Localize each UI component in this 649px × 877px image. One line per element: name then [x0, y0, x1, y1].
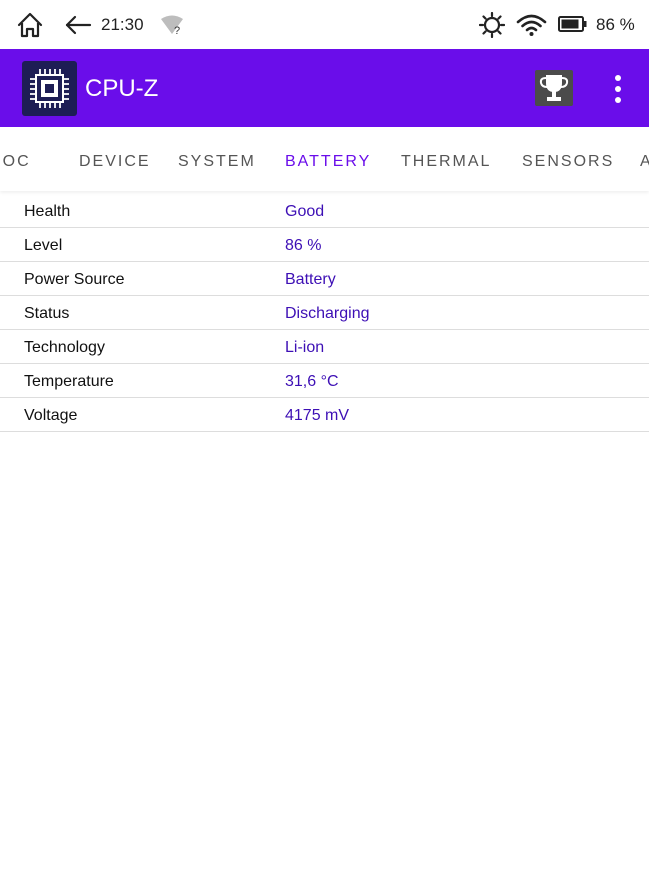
list-item-health: Health Good [0, 194, 649, 228]
tab-sensors[interactable]: SENSORS [522, 152, 614, 172]
tab-a[interactable]: A [640, 152, 649, 172]
app-bar: CPU-Z [0, 49, 649, 127]
row-label: Voltage [24, 407, 78, 424]
tab-device[interactable]: DEVICE [79, 152, 151, 172]
list-item-technology: Technology Li-ion [0, 330, 649, 364]
row-value: 4175 mV [285, 407, 350, 424]
trophy-icon[interactable] [535, 70, 573, 106]
tab-battery[interactable]: BATTERY [285, 152, 371, 172]
list-item-level: Level 86 % [0, 228, 649, 262]
row-label: Temperature [24, 373, 114, 390]
tab-thermal[interactable]: THERMAL [401, 152, 491, 172]
list-item-temperature: Temperature 31,6 °C [0, 364, 649, 398]
wifi-unknown-icon: ? [161, 15, 183, 36]
svg-text:?: ? [174, 25, 180, 36]
row-value: Discharging [285, 305, 370, 322]
wifi-icon [516, 14, 547, 36]
row-value: Battery [285, 271, 336, 288]
screen: 21:30 ? 86 % CPU-Z OC DEVICE SYSTEM BATT… [0, 0, 649, 877]
row-label: Power Source [24, 271, 125, 288]
list-item-voltage: Voltage 4175 mV [0, 398, 649, 432]
row-label: Level [24, 237, 63, 254]
row-value: Good [285, 203, 325, 220]
battery-percent: 86 % [596, 15, 635, 34]
clock-time: 21:30 [101, 15, 144, 34]
back-arrow-icon[interactable] [64, 14, 92, 36]
tab-bar: SOC DEVICE SYSTEM BATTERY THERMAL SENSOR… [0, 127, 649, 191]
battery-icon [558, 16, 587, 32]
cpu-chip-icon [22, 61, 77, 116]
status-bar: 21:30 ? 86 % [0, 0, 649, 49]
row-label: Status [24, 305, 70, 322]
row-label: Health [24, 203, 71, 220]
row-value: Li-ion [285, 339, 325, 356]
home-icon[interactable] [16, 11, 44, 39]
row-value: 31,6 °C [285, 373, 339, 390]
more-vert-icon[interactable] [604, 73, 632, 105]
row-value: 86 % [285, 237, 322, 254]
tab-soc[interactable]: SOC [0, 152, 31, 172]
app-title: CPU-Z [85, 75, 159, 102]
battery-info-list: Health Good Level 86 % Power Source Batt… [0, 194, 649, 432]
row-label: Technology [24, 339, 105, 356]
tab-system[interactable]: SYSTEM [178, 152, 256, 172]
list-item-power-source: Power Source Battery [0, 262, 649, 296]
list-item-status: Status Discharging [0, 296, 649, 330]
brightness-icon[interactable] [479, 12, 505, 38]
